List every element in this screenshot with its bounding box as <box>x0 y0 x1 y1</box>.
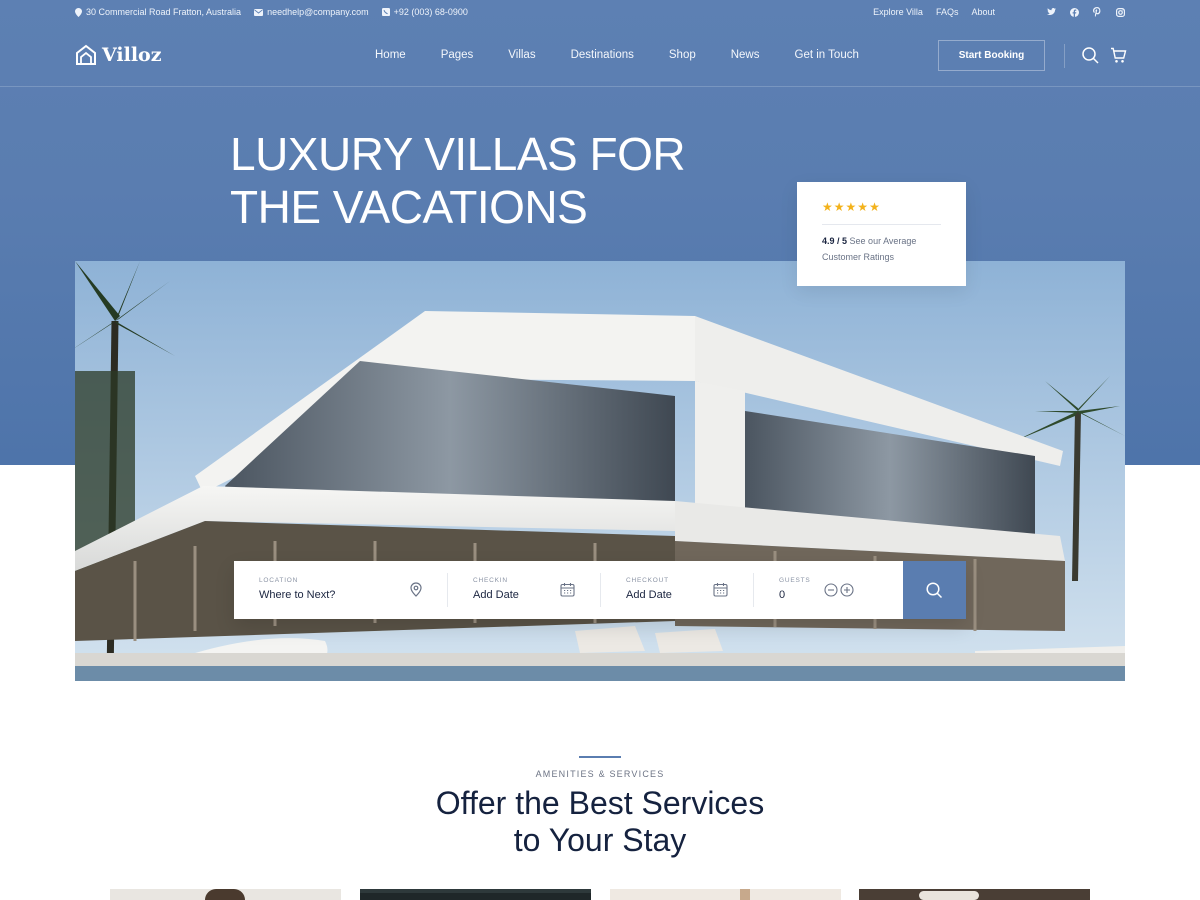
booking-search-bar: LOCATION Where to Next? CHECKIN Add Date… <box>234 561 966 619</box>
search-icon[interactable] <box>1082 47 1099 69</box>
top-bar: 30 Commercial Road Fratton, Australia ne… <box>0 0 1200 24</box>
search-submit-button[interactable] <box>903 561 966 619</box>
guests-field[interactable]: GUESTS 0 <box>754 561 904 619</box>
nav-destinations[interactable]: Destinations <box>571 49 634 61</box>
nav-divider <box>1064 44 1065 68</box>
location-field[interactable]: LOCATION Where to Next? <box>234 561 447 619</box>
nav-pages[interactable]: Pages <box>441 49 474 61</box>
rating-stars: ★★★★★ <box>822 200 941 214</box>
rating-text: 4.9 / 5 See our Average Customer Ratings <box>822 233 941 265</box>
section-tagline: AMENITIES & SERVICES <box>535 769 665 779</box>
checkin-input[interactable]: Add Date <box>473 589 600 601</box>
pinterest-icon[interactable] <box>1092 7 1102 17</box>
envelope-icon <box>254 8 264 16</box>
nav-home[interactable]: Home <box>375 49 406 61</box>
service-card-image[interactable] <box>110 889 341 900</box>
nav-shop[interactable]: Shop <box>669 49 696 61</box>
rating-caption-part2: Customer Ratings <box>822 252 895 262</box>
hero-title-line2: THE VACATIONS <box>230 181 588 233</box>
twitter-icon[interactable] <box>1046 7 1056 17</box>
rating-divider <box>822 224 941 225</box>
star-icon: ★ <box>857 200 870 214</box>
rating-card: ★★★★★ 4.9 / 5 See our Average Customer R… <box>797 182 966 286</box>
checkout-label: CHECKOUT <box>626 577 669 584</box>
hero-title-line1: LUXURY VILLAS FOR <box>230 128 686 180</box>
phone-text[interactable]: +92 (003) 68-0900 <box>394 7 468 17</box>
service-card-image[interactable] <box>610 889 841 900</box>
checkin-field[interactable]: CHECKIN Add Date <box>448 561 600 619</box>
section-title: Offer the Best Services to Your Stay <box>0 785 1200 859</box>
link-faqs[interactable]: FAQs <box>936 7 959 17</box>
location-pin-icon <box>75 7 82 17</box>
section-accent-line <box>579 756 621 758</box>
rating-caption-part1: See our Average <box>849 236 917 246</box>
section-title-line1: Offer the Best Services <box>435 785 765 821</box>
house-logo-icon <box>76 44 96 65</box>
nav-get-in-touch[interactable]: Get in Touch <box>795 49 859 61</box>
star-icon: ★ <box>869 200 881 214</box>
start-booking-button[interactable]: Start Booking <box>938 40 1045 71</box>
minus-circle-icon[interactable] <box>824 583 838 602</box>
plus-circle-icon[interactable] <box>840 583 854 602</box>
calendar-icon[interactable] <box>560 582 575 602</box>
link-explore-villa[interactable]: Explore Villa <box>873 7 923 17</box>
instagram-icon[interactable] <box>1115 7 1125 17</box>
search-icon <box>926 581 943 598</box>
facebook-icon[interactable] <box>1069 7 1079 17</box>
social-links <box>1033 7 1125 17</box>
primary-nav: Home Pages Villas Destinations Shop News… <box>375 24 894 86</box>
map-pin-icon <box>410 582 422 602</box>
star-icon: ★ <box>845 200 858 214</box>
rating-score: 4.9 / 5 <box>822 236 848 246</box>
service-card-image[interactable] <box>859 889 1090 900</box>
nav-news[interactable]: News <box>731 49 760 61</box>
hero-title: LUXURY VILLAS FOR THE VACATIONS <box>230 128 686 234</box>
address-item: 30 Commercial Road Fratton, Australia <box>75 7 241 17</box>
link-about[interactable]: About <box>971 7 995 17</box>
star-icon: ★ <box>833 200 846 214</box>
main-navbar: Villoz Home Pages Villas Destinations Sh… <box>0 24 1200 87</box>
email-item[interactable]: needhelp@company.com <box>254 7 369 17</box>
logo[interactable]: Villoz <box>75 44 162 66</box>
checkin-label: CHECKIN <box>473 577 508 584</box>
logo-text: Villoz <box>102 44 162 66</box>
checkout-field[interactable]: CHECKOUT Add Date <box>601 561 753 619</box>
cart-icon[interactable] <box>1110 47 1127 69</box>
section-title-line2: to Your Stay <box>513 822 687 858</box>
phone-icon <box>381 8 390 16</box>
calendar-icon[interactable] <box>713 582 728 602</box>
nav-villas[interactable]: Villas <box>508 49 535 61</box>
address-text: 30 Commercial Road Fratton, Australia <box>86 7 242 17</box>
email-text[interactable]: needhelp@company.com <box>267 7 369 17</box>
phone-item[interactable]: +92 (003) 68-0900 <box>381 7 468 17</box>
star-icon: ★ <box>822 200 834 214</box>
service-card-image[interactable] <box>360 889 591 900</box>
checkout-input[interactable]: Add Date <box>626 589 753 601</box>
